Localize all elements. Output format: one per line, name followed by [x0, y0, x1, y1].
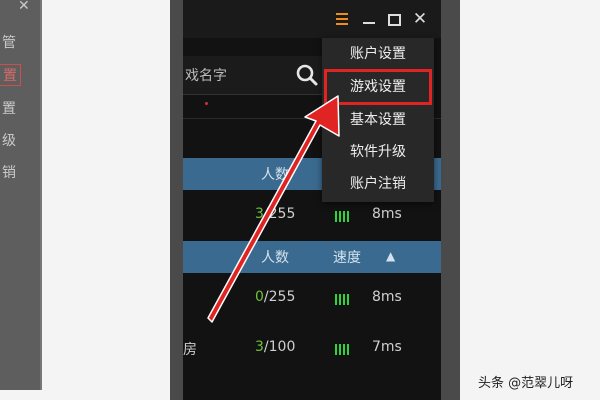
player-count: 3/100 [255, 339, 296, 355]
signal-icon [335, 343, 353, 355]
speed-column-header[interactable]: 速度 [333, 247, 361, 267]
menu-item-game-settings[interactable]: 游戏设置 [324, 69, 432, 105]
count-column-header[interactable]: 人数 [261, 247, 289, 267]
count-column-header[interactable]: 人数 [261, 164, 289, 184]
background-close-icon: ✕ [18, 0, 30, 14]
table-row[interactable]: 房 3/100 7ms [183, 323, 441, 373]
notification-dot [205, 102, 208, 105]
room-name: 房 [183, 342, 197, 358]
close-icon[interactable]: ✕ [409, 8, 431, 30]
menu-item-account-settings[interactable]: 账户设置 [322, 38, 434, 70]
latency: 8ms [372, 289, 402, 305]
sort-ascending-icon[interactable]: ▲ [386, 249, 395, 263]
search-input[interactable] [183, 62, 292, 88]
background-menu-text: 置 [0, 64, 21, 86]
background-menu-text: 级 [2, 133, 16, 149]
maximize-icon[interactable] [383, 8, 405, 30]
search-bar [183, 56, 333, 95]
menu-icon[interactable] [331, 8, 353, 30]
table-header: 人数 速度 ▲ [183, 241, 441, 273]
watermark: 头条 @范翠儿呀 [478, 376, 574, 391]
background-menu-text: 置 [2, 101, 16, 117]
menu-item-software-upgrade[interactable]: 软件升级 [322, 136, 434, 168]
settings-dropdown-menu: 账户设置 游戏设置 基本设置 软件升级 账户注销 [322, 38, 434, 202]
player-count: 0/255 [255, 289, 296, 305]
signal-icon [335, 293, 353, 305]
latency: 8ms [372, 206, 402, 222]
background-window: ✕ 管 置 置 级 销 [0, 0, 42, 390]
signal-icon [335, 210, 353, 222]
menu-item-account-logout[interactable]: 账户注销 [322, 168, 434, 200]
background-menu-text: 管 [2, 35, 16, 51]
latency: 7ms [372, 339, 402, 355]
menu-item-basic-settings[interactable]: 基本设置 [322, 104, 434, 136]
title-bar: ✕ [183, 0, 441, 38]
minimize-icon[interactable] [358, 8, 380, 30]
search-icon[interactable] [295, 63, 319, 87]
player-count: 3/255 [255, 206, 296, 222]
table-row[interactable]: 0/255 8ms [183, 273, 441, 323]
background-menu-text: 销 [2, 165, 16, 181]
